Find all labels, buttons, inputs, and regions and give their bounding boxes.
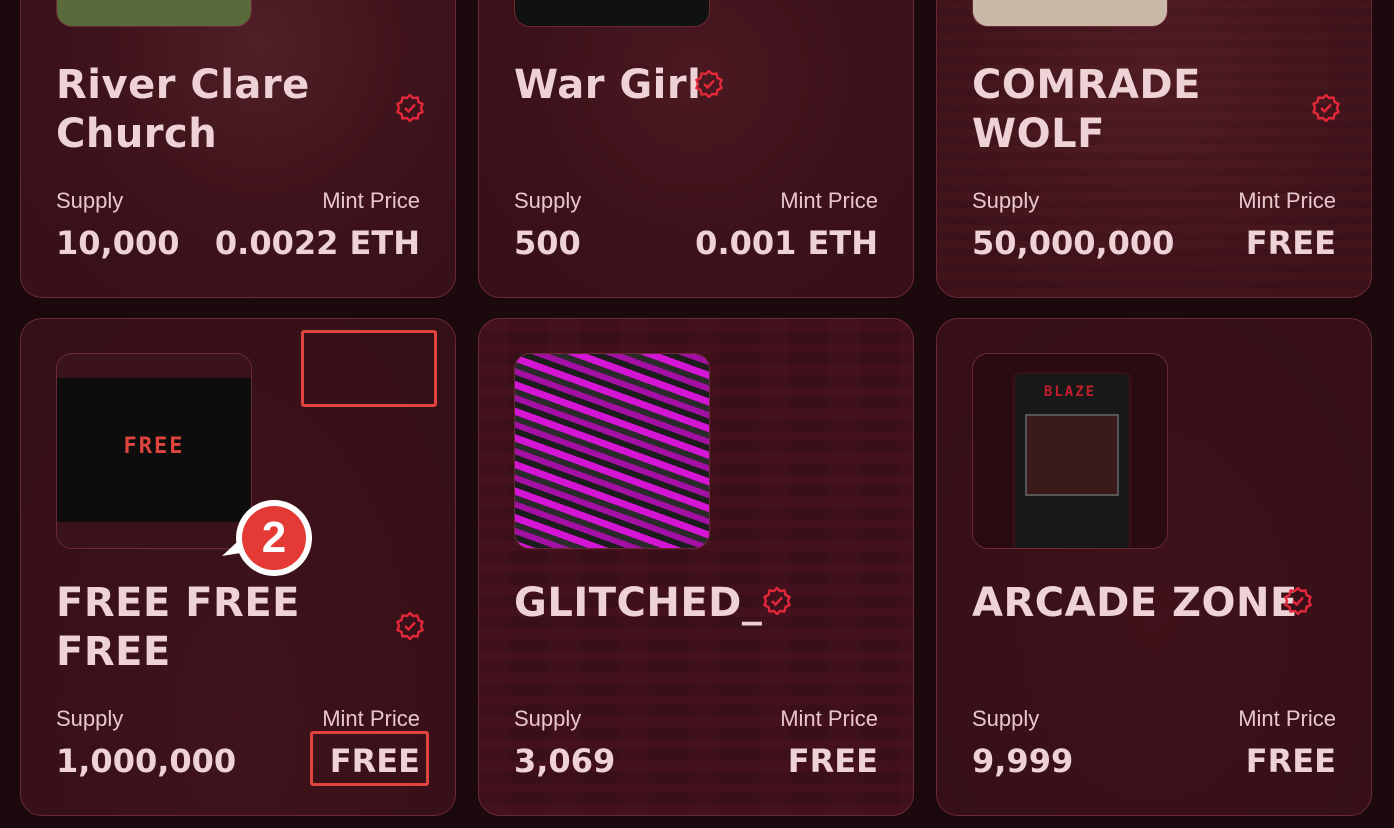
verified-badge-icon [1312, 94, 1340, 122]
collection-card-war-girl[interactable]: War Girl Supply Mint Price 500 0.001 ETH [478, 0, 914, 298]
thumbnail-text: BLAZE [1043, 384, 1097, 400]
mint-price-label: Mint Price [780, 706, 878, 731]
arcade-screen [1025, 414, 1119, 496]
collection-title: COMRADE WOLF [972, 62, 1201, 157]
supply-label: Supply [972, 706, 1040, 731]
collection-title: FREE FREE FREE [56, 580, 300, 675]
supply-value: 9,999 [972, 742, 1074, 780]
supply-label: Supply [972, 188, 1040, 213]
collection-title: River Clare Church [56, 62, 310, 157]
verified-badge-icon [396, 612, 424, 640]
collection-thumbnail [56, 0, 252, 27]
highlight-box-mint-price [310, 731, 429, 786]
collection-grid: River Clare Church Supply Mint Price 10,… [0, 0, 1394, 828]
collection-title: War Girl [514, 61, 701, 110]
mint-price-label: Mint Price [780, 188, 878, 213]
mint-price-value: FREE [1245, 224, 1336, 262]
supply-label: Supply [56, 188, 124, 213]
mint-price-label: Mint Price [322, 188, 420, 213]
supply-label: Supply [56, 706, 124, 731]
supply-value: 3,069 [514, 742, 616, 780]
collection-thumbnail [514, 0, 710, 27]
verified-badge-icon [763, 587, 791, 615]
verified-badge-icon [396, 94, 424, 122]
collection-title-text: GLITCHED_ [514, 580, 763, 626]
collection-title: GLITCHED_ [514, 579, 762, 628]
verified-badge-icon [1284, 587, 1312, 615]
collection-card-river-clare-church[interactable]: River Clare Church Supply Mint Price 10,… [20, 0, 456, 298]
mint-price-label: Mint Price [1238, 188, 1336, 213]
supply-label: Supply [514, 188, 582, 213]
supply-label: Supply [514, 706, 582, 731]
collection-title: ARCADE ZONE [972, 579, 1298, 628]
supply-value: 1,000,000 [56, 742, 237, 780]
supply-value: 10,000 [56, 224, 180, 262]
collection-title-text: ARCADE ZONE [972, 580, 1298, 626]
mint-price-value: 0.0022 ETH [214, 224, 420, 262]
collection-card-arcade-zone[interactable]: BLAZE ARCADE ZONE Supply Mint Price 9,99… [936, 318, 1372, 816]
collection-thumbnail: BLAZE [972, 353, 1168, 549]
highlight-box-empty-area [301, 330, 437, 407]
collection-thumbnail [972, 0, 1168, 27]
mint-price-value: 0.001 ETH [695, 224, 878, 262]
collection-title-text: War Girl [514, 62, 702, 108]
collection-thumbnail [514, 353, 710, 549]
mint-price-value: FREE [787, 742, 878, 780]
mint-price-value: FREE [1245, 742, 1336, 780]
verified-badge-icon [695, 70, 723, 98]
collection-card-glitched[interactable]: GLITCHED_ Supply Mint Price 3,069 FREE [478, 318, 914, 816]
step-number: 2 [261, 513, 287, 562]
mint-price-label: Mint Price [322, 706, 420, 731]
supply-value: 500 [514, 224, 581, 262]
supply-value: 50,000,000 [972, 224, 1175, 262]
collection-card-comrade-wolf[interactable]: COMRADE WOLF Supply Mint Price 50,000,00… [936, 0, 1372, 298]
thumbnail-text: FREE [123, 434, 185, 459]
mint-price-label: Mint Price [1238, 706, 1336, 731]
